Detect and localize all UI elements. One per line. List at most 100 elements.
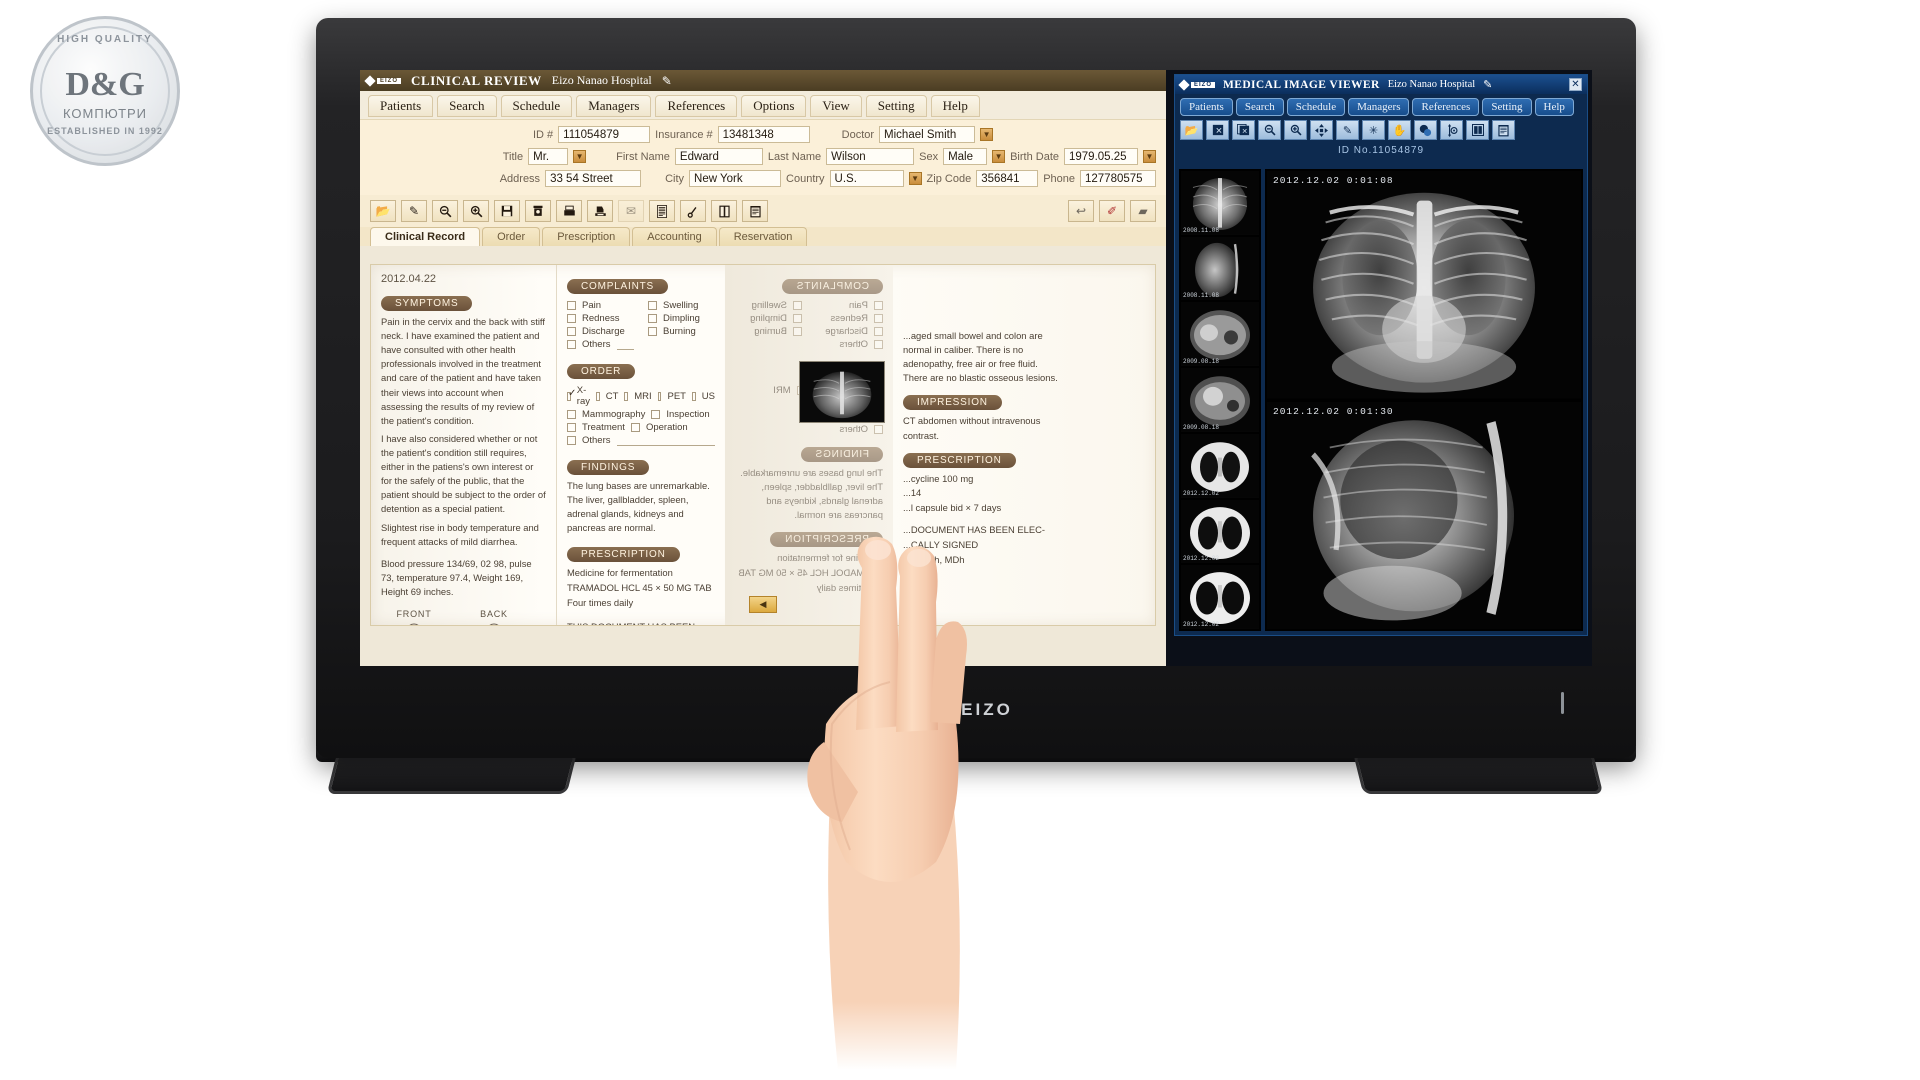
checkbox-pain[interactable]: Pain — [567, 300, 634, 311]
tab-clinical-record[interactable]: Clinical Record — [370, 227, 481, 246]
menu-search[interactable]: Search — [437, 95, 497, 117]
birth-date-input[interactable]: 1979.05.25 — [1064, 148, 1138, 165]
viewer-menu-patients[interactable]: Patients — [1180, 98, 1233, 116]
phone-input[interactable]: 127780575 — [1080, 170, 1156, 187]
print-icon[interactable] — [556, 200, 582, 222]
viewer-menu-references[interactable]: References — [1412, 98, 1480, 116]
checkbox-icon[interactable] — [648, 314, 657, 323]
checkbox-icon-inspection[interactable] — [651, 410, 661, 419]
thumbnail-ct-lung-1[interactable]: 2012.12.02 — [1181, 433, 1259, 498]
thumbnail-ct-abdomen-2[interactable]: 2009.08.18 — [1181, 368, 1259, 432]
checkbox-icon-treatment[interactable] — [567, 423, 576, 432]
thumbnail-chest-xray-lateral[interactable]: 2008.11.08 — [1181, 236, 1259, 301]
country-select[interactable]: U.S. — [829, 170, 904, 187]
power-led[interactable] — [1561, 692, 1564, 714]
others-complaint-input[interactable] — [616, 340, 634, 350]
pen-icon[interactable]: ✎ — [401, 200, 427, 222]
open-folder-icon[interactable]: 📂 — [1180, 120, 1203, 140]
checkbox-icon-others-order[interactable] — [567, 436, 576, 445]
close-icon[interactable]: ✕ — [1569, 78, 1582, 91]
menu-help[interactable]: Help — [930, 95, 980, 117]
birth-date-chevron-down-icon[interactable]: ▼ — [1143, 150, 1156, 163]
checkbox-icon-ct[interactable] — [596, 391, 600, 401]
address-input[interactable]: 33 54 Street — [545, 170, 642, 187]
checkbox-burning[interactable]: Burning — [648, 326, 715, 337]
checkbox-icon-operation[interactable] — [630, 423, 640, 432]
city-input[interactable]: New York — [689, 170, 782, 187]
checkbox-icon[interactable] — [567, 301, 576, 310]
main-image-chest-xray-frontal[interactable]: 2012.12.02 0:01:08 — [1267, 171, 1581, 399]
checkbox-redness[interactable]: Redness — [567, 313, 634, 324]
eraser-icon[interactable]: ▰ — [1130, 200, 1156, 222]
sex-chevron-down-icon[interactable]: ▼ — [992, 150, 1006, 163]
save-icon[interactable] — [494, 200, 520, 222]
viewer-menu-search[interactable]: Search — [1235, 98, 1284, 116]
others-order-input[interactable] — [616, 436, 715, 446]
embedded-xray-thumbnail[interactable] — [799, 361, 885, 423]
checkbox-icon-mammography[interactable] — [567, 410, 576, 419]
attach-icon[interactable] — [680, 200, 706, 222]
hand-icon[interactable]: ✋ — [1388, 120, 1411, 140]
tab-order[interactable]: Order — [482, 227, 541, 246]
zoom-in-icon[interactable] — [463, 200, 489, 222]
thumbnail-chest-xray-pa[interactable]: 2008.11.08 — [1181, 171, 1259, 235]
tab-accounting[interactable]: Accounting — [632, 227, 717, 246]
scan-icon[interactable] — [587, 200, 613, 222]
zoom-in-icon[interactable] — [1284, 120, 1307, 140]
doctor-chevron-down-icon[interactable]: ▼ — [980, 128, 994, 141]
checkbox-discharge[interactable]: Discharge — [567, 326, 634, 337]
checkbox-icon-pet[interactable] — [657, 391, 662, 401]
undo-icon[interactable]: ↩ — [1068, 200, 1094, 222]
menu-options[interactable]: Options — [741, 95, 807, 117]
menu-schedule[interactable]: Schedule — [500, 95, 573, 117]
title-chevron-down-icon[interactable]: ▼ — [573, 150, 587, 163]
clipboard-icon[interactable] — [742, 200, 768, 222]
title-select[interactable]: Mr. — [528, 148, 569, 165]
enhance-icon[interactable]: ✳ — [1362, 120, 1385, 140]
checkbox-swelling[interactable]: Swelling — [648, 300, 715, 311]
viewer-menu-schedule[interactable]: Schedule — [1286, 98, 1346, 116]
country-chevron-down-icon[interactable]: ▼ — [908, 172, 922, 185]
checkbox-dimpling[interactable]: Dimpling — [648, 313, 715, 324]
viewer-menu-managers[interactable]: Managers — [1348, 98, 1410, 116]
checkbox-icon[interactable] — [648, 301, 657, 310]
marker-icon[interactable]: ✐ — [1099, 200, 1125, 222]
menu-managers[interactable]: Managers — [576, 95, 652, 117]
doctor-select[interactable]: Michael Smith — [879, 126, 976, 143]
checkbox-icon[interactable] — [567, 314, 576, 323]
checkbox-icon[interactable] — [648, 327, 657, 336]
viewer-menu-help[interactable]: Help — [1534, 98, 1574, 116]
open-folder-icon[interactable]: 📂 — [370, 200, 396, 222]
checkbox-icon[interactable] — [567, 327, 576, 336]
zoom-out-icon[interactable] — [1258, 120, 1281, 140]
tab-prescription[interactable]: Prescription — [542, 227, 631, 246]
tab-reservation[interactable]: Reservation — [718, 227, 808, 246]
first-name-input[interactable]: Edward — [674, 148, 763, 165]
checkbox-icon-xray[interactable] — [567, 388, 576, 401]
close-image-icon[interactable]: ✕ — [1206, 120, 1229, 140]
menu-view[interactable]: View — [810, 95, 862, 117]
window-level-icon[interactable] — [1440, 120, 1463, 140]
contrast-icon[interactable] — [1414, 120, 1437, 140]
menu-setting[interactable]: Setting — [865, 95, 927, 117]
sex-select[interactable]: Male — [943, 148, 988, 165]
document-icon[interactable] — [649, 200, 675, 222]
checkbox-icon-mri[interactable] — [624, 391, 629, 401]
report-icon[interactable] — [1492, 120, 1515, 140]
viewer-menu-setting[interactable]: Setting — [1482, 98, 1532, 116]
mail-icon[interactable]: ✉ — [618, 200, 644, 222]
compare-icon[interactable] — [1466, 120, 1489, 140]
menu-patients[interactable]: Patients — [368, 95, 434, 117]
zip-input[interactable]: 356841 — [976, 170, 1039, 187]
checkbox-others-complaint[interactable]: Others — [567, 339, 634, 350]
book-icon[interactable] — [711, 200, 737, 222]
main-image-chest-xray-lateral[interactable]: 2012.12.02 0:01:30 — [1267, 401, 1581, 629]
trash-icon[interactable] — [525, 200, 551, 222]
thumbnail-ct-abdomen-1[interactable]: 2009.08.18 — [1181, 302, 1259, 367]
insurance-input[interactable]: 13481348 — [717, 126, 810, 143]
checkbox-icon[interactable] — [567, 340, 576, 349]
id-input[interactable]: 111054879 — [558, 126, 651, 143]
pan-fit-icon[interactable] — [1310, 120, 1333, 140]
thumbnail-ct-lung-3[interactable]: 2012.12.02 — [1181, 565, 1259, 630]
pen-icon[interactable]: ✎ — [1336, 120, 1359, 140]
